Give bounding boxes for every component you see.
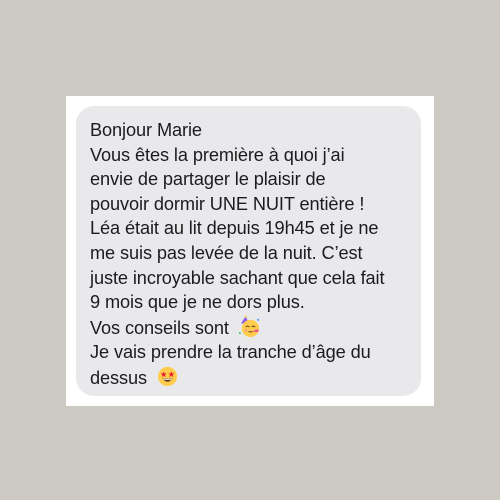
screenshot-card: Bonjour Marie Vous êtes la première à qu… [66, 96, 434, 406]
star-struck-icon [157, 366, 178, 387]
message-line: Léa était au lit depuis 19h45 et je ne [90, 218, 379, 239]
message-line: me suis pas levée de la nuit. C’est [90, 242, 363, 263]
message-line: Vous êtes la première à quoi j’ai [90, 144, 345, 165]
message-line: pouvoir dormir UNE NUIT entière ! [90, 193, 365, 214]
message-line-with-emoji: dessus [90, 365, 407, 391]
message-line: Bonjour Marie [90, 120, 202, 140]
message-bubble[interactable]: Bonjour Marie Vous êtes la première à qu… [76, 106, 421, 396]
message-line-text: dessus [90, 367, 148, 388]
message-line: 9 mois que je ne dors plus. [90, 292, 305, 313]
message-line: Je vais prendre la tranche d’âge du [90, 342, 371, 363]
message-line-with-emoji: Vos conseils sont [90, 315, 407, 341]
message-line: envie de partager le plaisir de [90, 169, 326, 190]
message-line-text: Vos conseils sont [90, 317, 229, 338]
partying-face-icon [238, 315, 259, 337]
message-line: juste incroyable sachant que cela fait [90, 267, 385, 288]
